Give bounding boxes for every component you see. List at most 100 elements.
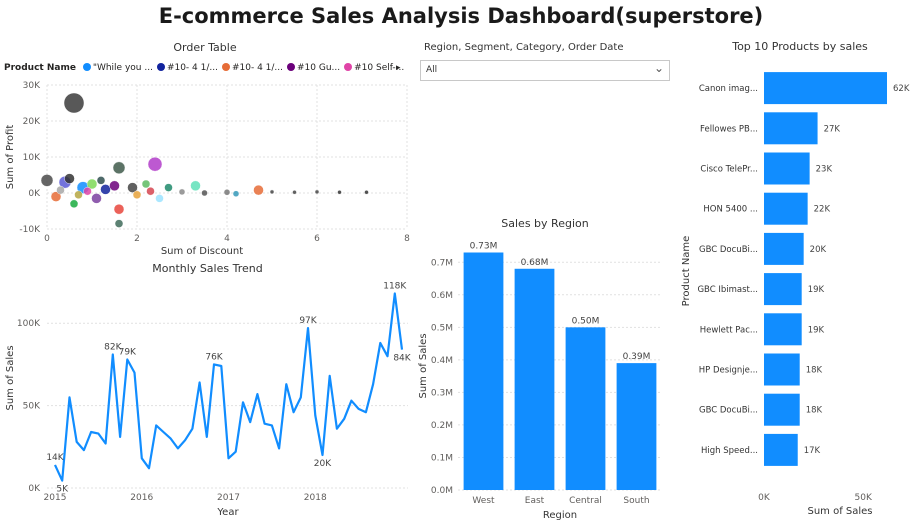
sales-by-region-title: Sales by Region	[501, 217, 589, 230]
y-tick-label: 50K	[23, 402, 41, 412]
bar-value-label: 17K	[804, 446, 821, 456]
line-data-label: 118K	[383, 282, 407, 292]
region-bar	[616, 363, 657, 490]
x-tick-label: 0	[44, 234, 50, 244]
y-tick-label: GBC DocuBi...	[699, 245, 758, 255]
scatter-point	[74, 190, 83, 200]
y-tick-label: GBC Ibimast...	[697, 285, 758, 295]
product-bar	[764, 232, 804, 265]
order-table-title: Order Table	[173, 41, 237, 54]
scatter-point	[253, 184, 264, 196]
region-slicer-dropdown[interactable]: All ⌄	[420, 60, 670, 81]
product-bar	[764, 273, 802, 306]
y-tick-label: 30K	[23, 81, 41, 91]
scatter-point	[114, 219, 124, 228]
bar-value-label: 23K	[816, 165, 833, 175]
bar-value-label: 19K	[808, 285, 825, 295]
x-tick-label: South	[623, 496, 649, 506]
scatter-point	[132, 190, 142, 200]
legend-dot-icon	[221, 63, 230, 71]
scatter-point	[109, 180, 120, 192]
y-tick-label: 100K	[17, 319, 41, 329]
line-data-label: 5K	[56, 485, 69, 495]
y-tick-label: Hewlett Pac...	[700, 325, 758, 335]
top-products-title: Top 10 Products by sales	[732, 40, 868, 53]
y-tick-label: 0.0M	[431, 486, 453, 496]
legend-label: #10- 4 1/...	[166, 63, 218, 73]
line-data-label: 84K	[393, 354, 411, 364]
x-tick-label: Central	[569, 496, 602, 506]
scatter-point	[155, 194, 164, 203]
x-tick-label: 2	[134, 234, 140, 244]
product-bar	[764, 433, 798, 466]
y-tick-label: 0.3M	[431, 388, 453, 398]
scatter-point	[56, 185, 65, 195]
scatter-point	[314, 189, 320, 195]
product-bar	[764, 313, 802, 346]
legend-item[interactable]: #10- 4 1/...	[221, 63, 283, 73]
x-tick-label: 8	[404, 234, 410, 244]
x-axis-title: Region	[543, 510, 577, 521]
scatter-point	[91, 193, 102, 204]
monthly-sales-line-chart: 0K50K100K2015 2016 2017 201814K5K82K79K 76K9…	[5, 282, 412, 518]
scatter-point	[223, 189, 231, 196]
bar-value-label: 19K	[808, 325, 825, 335]
scatter-point	[190, 180, 201, 192]
y-tick-label: Canon imag...	[699, 84, 758, 94]
y-tick-label: Cisco TelePr...	[700, 165, 758, 175]
sales-by-region-bar-chart: 0.0M 0.1M 0.2M 0.3M 0.4M 0.5M 0.6M 0.7M 0.73M Wes…	[418, 242, 662, 521]
y-tick-label: GBC DocuBi...	[699, 406, 758, 416]
scatter-point	[201, 189, 208, 197]
bar-value-label: 18K	[806, 406, 823, 416]
product-bar	[764, 112, 818, 145]
region-bar	[565, 327, 606, 490]
y-tick-label: 0K	[28, 189, 41, 199]
y-tick-label: 0.7M	[431, 258, 453, 268]
scatter-point	[100, 184, 111, 195]
sales-line-series	[54, 292, 404, 482]
x-tick-label: East	[525, 496, 545, 506]
x-tick-label: 6	[314, 234, 320, 244]
x-tick-label: 4	[224, 234, 230, 244]
legend-item[interactable]: "While you ...	[82, 63, 153, 73]
y-axis-title: Sum of Profit	[5, 125, 16, 190]
y-axis-title: Sum of Sales	[5, 345, 16, 410]
legend-item[interactable]: #10- 4 1/...	[156, 63, 218, 73]
scatter-point	[147, 156, 163, 172]
line-data-label: 14K	[46, 453, 64, 463]
y-tick-label: Fellowes PB...	[700, 124, 758, 134]
bar-value-label: 62K	[893, 84, 910, 94]
x-tick-label: 2018	[304, 493, 327, 503]
top-products-bar-chart: Canon imag... 62K Fellowes PB... 27K Cisco T…	[681, 72, 910, 517]
y-tick-label: 0.4M	[431, 356, 453, 366]
scatter-point	[232, 190, 240, 197]
bar-value-label: 27K	[824, 124, 841, 134]
product-bar	[764, 152, 810, 185]
y-axis-title: Sum of Sales	[418, 333, 429, 398]
x-axis-title: Year	[216, 507, 239, 518]
legend-dot-icon	[344, 63, 353, 71]
chevron-down-icon: ⌄	[653, 61, 664, 75]
y-tick-label: -10K	[19, 225, 41, 235]
scatter-point	[96, 176, 106, 185]
y-tick-label: 10K	[23, 153, 41, 163]
monthly-trend-title: Monthly Sales Trend	[152, 262, 263, 275]
legend-item[interactable]: #10 Gu...	[287, 63, 340, 73]
bar-value-label: 20K	[810, 245, 827, 255]
x-tick-label: West	[472, 496, 495, 506]
y-tick-label: HON 5400 ...	[703, 205, 758, 215]
scatter-point	[113, 203, 125, 215]
slicer-value: All	[426, 65, 438, 75]
scatter-point	[178, 188, 186, 196]
scatter-point	[63, 92, 85, 114]
scatter-point	[69, 199, 79, 209]
region-bar	[463, 252, 504, 490]
scatter-point	[269, 189, 275, 195]
scatter-point	[141, 179, 151, 189]
x-tick-label: 0K	[758, 493, 771, 503]
legend-next-icon[interactable]: ▸	[396, 63, 401, 73]
legend-dot-icon	[82, 63, 91, 71]
product-bar	[764, 353, 800, 386]
y-tick-label: High Speed...	[701, 446, 758, 456]
product-bar	[764, 192, 808, 225]
